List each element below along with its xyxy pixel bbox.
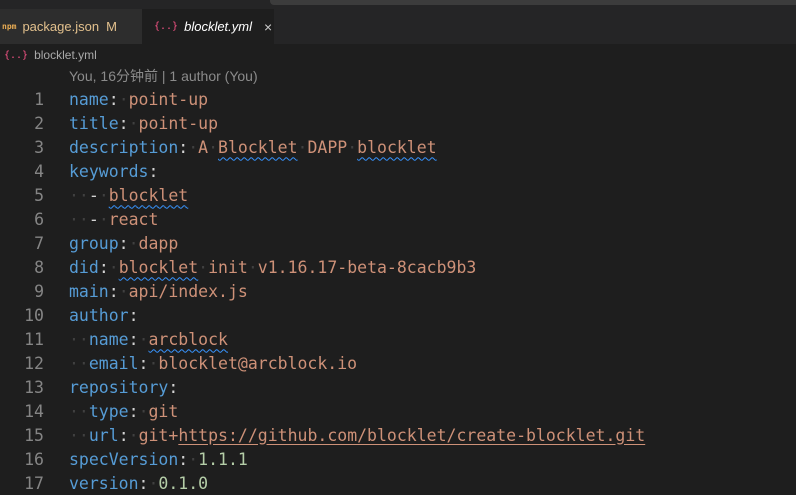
tab-blocklet-yml[interactable]: {..} blocklet.yml × [142, 9, 274, 44]
code-line: 15 ·· url: · git+ https://github.com/blocklet… [0, 423, 796, 447]
code-line: 11 ·· name: · arcblock [0, 327, 796, 351]
npm-icon: npm [2, 22, 17, 31]
line-number: 3 [34, 137, 44, 157]
code-line: 17 version: · 0.1.0 [0, 471, 796, 495]
yaml-file-icon: {..} [154, 21, 179, 32]
code-line: 1 name: · point-up [0, 87, 796, 111]
repository-link[interactable]: https://github.com/blocklet/create-block… [178, 426, 645, 445]
yaml-value-word: init [208, 257, 248, 277]
yaml-value-prefix: git+ [138, 425, 179, 445]
yaml-key: url [88, 425, 119, 445]
yaml-value-word: A [198, 137, 209, 157]
yaml-key: description [69, 137, 179, 157]
code-line: 3 description: · A · Blocklet · DAPP · blocklet [0, 135, 796, 159]
close-icon[interactable]: × [264, 19, 272, 35]
line-number: 13 [24, 377, 44, 397]
code-line: 8 did: · blocklet · init · v1.16.17-beta-8cacb9… [0, 255, 796, 279]
yaml-value: blocklet@arcblock.io [158, 353, 358, 373]
modified-badge: M [106, 19, 117, 34]
yaml-key: type [88, 401, 129, 421]
yaml-value: point-up [138, 113, 219, 133]
code-line: 9 main: · api/index.js [0, 279, 796, 303]
code-line: 12 ·· email: · blocklet@arcblock.io [0, 351, 796, 375]
yaml-value: blocklet [108, 185, 189, 205]
code-line: 10 author: [0, 303, 796, 327]
line-number: 7 [34, 233, 44, 253]
code-line: 4 keywords: [0, 159, 796, 183]
code-line: 14 ·· type: · git [0, 399, 796, 423]
yaml-value-word: blocklet [118, 257, 199, 277]
code-line: 7 group: · dapp [0, 231, 796, 255]
yaml-key: group [69, 233, 119, 253]
yaml-key: name [69, 89, 109, 109]
yaml-value: point-up [128, 89, 209, 109]
yaml-key: repository [69, 377, 169, 397]
line-number: 2 [34, 113, 44, 133]
line-number: 16 [24, 449, 44, 469]
yaml-value: react [108, 209, 159, 229]
yaml-value: 1.1.1 [198, 449, 248, 469]
line-number: 14 [24, 401, 44, 421]
line-number: 9 [34, 281, 44, 301]
list-dash: - [88, 209, 99, 229]
yaml-value: git [148, 401, 179, 421]
yaml-key: keywords [69, 161, 149, 181]
line-number: 6 [34, 209, 44, 229]
line-number: 12 [24, 353, 44, 373]
breadcrumb-file[interactable]: blocklet.yml [34, 48, 97, 62]
code-line: 2 title: · point-up [0, 111, 796, 135]
yaml-key: title [69, 113, 119, 133]
line-number: 1 [34, 89, 44, 109]
git-blame-annotation[interactable]: You, 16分钟前 | 1 author (You) [69, 66, 258, 86]
list-dash: - [88, 185, 99, 205]
line-number: 8 [34, 257, 44, 277]
tab-bar: npm package.json M {..} blocklet.yml × [0, 0, 796, 44]
yaml-file-icon: {..} [4, 49, 29, 61]
yaml-key: did [69, 257, 99, 277]
yaml-value: api/index.js [128, 281, 248, 301]
code-line: 16 specVersion: · 1.1.1 [0, 447, 796, 471]
line-number: 10 [24, 305, 44, 325]
yaml-value-word: v1.16.17-beta-8cacb9b3 [257, 257, 477, 277]
yaml-key: email [88, 353, 139, 373]
yaml-value-word: DAPP [307, 137, 348, 157]
tab-label: blocklet.yml [184, 19, 253, 34]
tab-package-json[interactable]: npm package.json M [0, 9, 142, 44]
yaml-key: name [88, 329, 129, 349]
yaml-key: author [69, 305, 129, 325]
code-editor[interactable]: 1 name: · point-up 2 title: · point-up 3 descri… [0, 87, 796, 495]
tab-bar-edge [270, 0, 796, 5]
line-number: 4 [34, 161, 44, 181]
yaml-value-word: blocklet [357, 137, 437, 157]
code-line: 6 ·· - · react [0, 207, 796, 231]
yaml-key: main [69, 281, 109, 301]
yaml-value: arcblock [148, 329, 228, 349]
line-number: 15 [24, 425, 44, 445]
line-number: 5 [34, 185, 44, 205]
yaml-key: specVersion [69, 449, 179, 469]
code-line: 5 ·· - · blocklet [0, 183, 796, 207]
yaml-value-word: Blocklet [218, 137, 298, 157]
line-number: 11 [24, 329, 44, 349]
code-line: 13 repository: [0, 375, 796, 399]
tab-label: package.json [22, 19, 100, 34]
yaml-value: dapp [138, 233, 179, 253]
breadcrumb: {..} blocklet.yml [0, 44, 796, 66]
